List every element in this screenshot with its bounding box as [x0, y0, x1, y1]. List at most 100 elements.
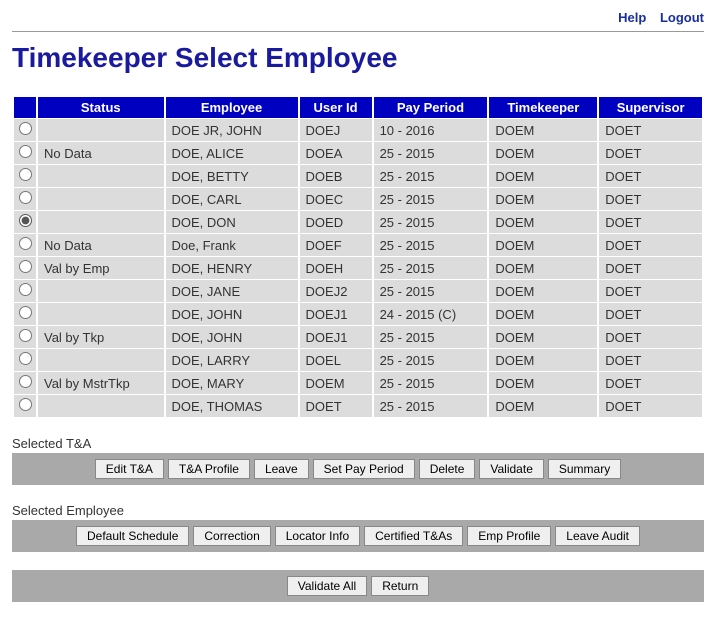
row-select-radio[interactable] [19, 283, 32, 296]
certified-tandas-button[interactable]: Certified T&As [364, 526, 463, 546]
table-header-row: Status Employee User Id Pay Period Timek… [14, 97, 702, 118]
cell-status: Val by MstrTkp [38, 372, 164, 394]
employee-table: Status Employee User Id Pay Period Timek… [12, 96, 704, 418]
cell-pay-period: 25 - 2015 [374, 142, 488, 164]
cell-supervisor: DOET [599, 234, 702, 256]
logout-link[interactable]: Logout [660, 10, 704, 25]
row-select-radio[interactable] [19, 375, 32, 388]
row-select-radio[interactable] [19, 352, 32, 365]
cell-timekeeper: DOEM [489, 395, 597, 417]
row-select-radio[interactable] [19, 214, 32, 227]
col-status: Status [38, 97, 164, 118]
default-schedule-button[interactable]: Default Schedule [76, 526, 189, 546]
row-select-radio[interactable] [19, 398, 32, 411]
cell-employee: DOE, JANE [166, 280, 298, 302]
row-select-cell [14, 280, 36, 302]
cell-user-id: DOEJ1 [300, 303, 372, 325]
cell-supervisor: DOET [599, 372, 702, 394]
cell-user-id: DOEJ [300, 119, 372, 141]
cell-timekeeper: DOEM [489, 142, 597, 164]
col-select [14, 97, 36, 118]
delete-button[interactable]: Delete [419, 459, 476, 479]
cell-timekeeper: DOEM [489, 257, 597, 279]
cell-user-id: DOED [300, 211, 372, 233]
table-row: DOE, JOHNDOEJ124 - 2015 (C)DOEMDOET [14, 303, 702, 325]
cell-supervisor: DOET [599, 326, 702, 348]
row-select-radio[interactable] [19, 145, 32, 158]
cell-pay-period: 25 - 2015 [374, 349, 488, 371]
cell-user-id: DOEA [300, 142, 372, 164]
col-employee: Employee [166, 97, 298, 118]
row-select-cell [14, 188, 36, 210]
cell-user-id: DOEF [300, 234, 372, 256]
cell-status: No Data [38, 142, 164, 164]
emp-profile-button[interactable]: Emp Profile [467, 526, 551, 546]
cell-employee: DOE JR, JOHN [166, 119, 298, 141]
row-select-radio[interactable] [19, 306, 32, 319]
cell-status: Val by Emp [38, 257, 164, 279]
cell-supervisor: DOET [599, 280, 702, 302]
leave-audit-button[interactable]: Leave Audit [555, 526, 640, 546]
selected-employee-toolbar: Default ScheduleCorrectionLocator InfoCe… [12, 520, 704, 552]
edit-tanda-button[interactable]: Edit T&A [95, 459, 164, 479]
cell-user-id: DOEL [300, 349, 372, 371]
row-select-radio[interactable] [19, 237, 32, 250]
cell-timekeeper: DOEM [489, 165, 597, 187]
cell-employee: DOE, JOHN [166, 303, 298, 325]
cell-employee: DOE, THOMAS [166, 395, 298, 417]
cell-status [38, 165, 164, 187]
row-select-cell [14, 165, 36, 187]
cell-status [38, 280, 164, 302]
col-supervisor: Supervisor [599, 97, 702, 118]
leave-button[interactable]: Leave [254, 459, 309, 479]
return-button[interactable]: Return [371, 576, 429, 596]
table-row: Val by MstrTkpDOE, MARYDOEM25 - 2015DOEM… [14, 372, 702, 394]
summary-button[interactable]: Summary [548, 459, 621, 479]
table-row: DOE, BETTYDOEB25 - 2015DOEMDOET [14, 165, 702, 187]
row-select-cell [14, 257, 36, 279]
cell-pay-period: 25 - 2015 [374, 257, 488, 279]
row-select-radio[interactable] [19, 329, 32, 342]
cell-status: No Data [38, 234, 164, 256]
table-row: DOE, DONDOED25 - 2015DOEMDOET [14, 211, 702, 233]
cell-employee: DOE, JOHN [166, 326, 298, 348]
col-user-id: User Id [300, 97, 372, 118]
cell-status: Val by Tkp [38, 326, 164, 348]
correction-button[interactable]: Correction [193, 526, 270, 546]
help-link[interactable]: Help [618, 10, 646, 25]
set-pay-period-button[interactable]: Set Pay Period [313, 459, 415, 479]
cell-status [38, 188, 164, 210]
table-row: DOE, LARRYDOEL25 - 2015DOEMDOET [14, 349, 702, 371]
cell-user-id: DOEH [300, 257, 372, 279]
cell-supervisor: DOET [599, 165, 702, 187]
cell-supervisor: DOET [599, 142, 702, 164]
page-title: Timekeeper Select Employee [12, 42, 704, 74]
col-pay-period: Pay Period [374, 97, 488, 118]
row-select-cell [14, 326, 36, 348]
row-select-cell [14, 119, 36, 141]
cell-timekeeper: DOEM [489, 303, 597, 325]
cell-employee: DOE, LARRY [166, 349, 298, 371]
row-select-cell [14, 303, 36, 325]
row-select-cell [14, 234, 36, 256]
selected-ta-label: Selected T&A [12, 436, 704, 451]
table-row: No DataDOE, ALICEDOEA25 - 2015DOEMDOET [14, 142, 702, 164]
selected-employee-label: Selected Employee [12, 503, 704, 518]
cell-status [38, 211, 164, 233]
tanda-profile-button[interactable]: T&A Profile [168, 459, 250, 479]
cell-employee: Doe, Frank [166, 234, 298, 256]
table-row: DOE JR, JOHNDOEJ10 - 2016DOEMDOET [14, 119, 702, 141]
cell-pay-period: 25 - 2015 [374, 372, 488, 394]
row-select-radio[interactable] [19, 260, 32, 273]
locator-info-button[interactable]: Locator Info [275, 526, 360, 546]
cell-pay-period: 25 - 2015 [374, 188, 488, 210]
row-select-radio[interactable] [19, 122, 32, 135]
row-select-radio[interactable] [19, 168, 32, 181]
cell-user-id: DOEM [300, 372, 372, 394]
validate-button[interactable]: Validate [479, 459, 543, 479]
table-row: Val by EmpDOE, HENRYDOEH25 - 2015DOEMDOE… [14, 257, 702, 279]
row-select-radio[interactable] [19, 191, 32, 204]
cell-supervisor: DOET [599, 119, 702, 141]
validate-all-button[interactable]: Validate All [287, 576, 367, 596]
cell-status [38, 395, 164, 417]
